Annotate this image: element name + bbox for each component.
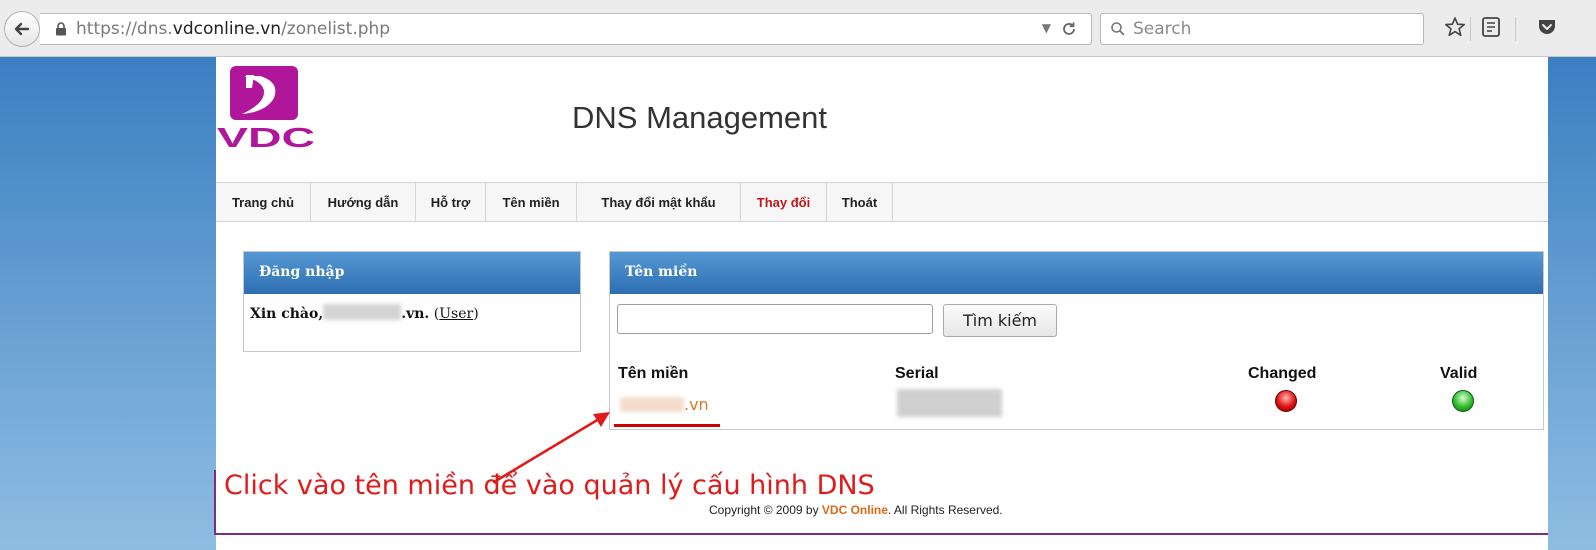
column-header-changed: Changed [1248, 365, 1317, 382]
footer-copyright: Copyright © 2009 by VDC Online. All Righ… [709, 503, 1003, 517]
vdc-logo[interactable]: VDC [216, 66, 320, 154]
greeting-text: Xin chào, .vn. (User) [250, 304, 479, 322]
changed-status-red-icon [1275, 390, 1297, 412]
column-header-serial: Serial [895, 365, 939, 382]
reload-icon[interactable] [1060, 20, 1078, 38]
back-arrow-icon [14, 22, 30, 36]
vdc-logo-icon: VDC [217, 66, 315, 153]
column-header-domain: Tên miền [618, 365, 689, 382]
nav-item-ho-tro[interactable]: Hỗ trợ [416, 183, 486, 221]
column-header-valid: Valid [1440, 365, 1478, 382]
domain-panel-title: Tên miền [610, 252, 1543, 294]
toolbar-separator [1470, 17, 1471, 41]
page-left-border [214, 470, 216, 535]
main-nav: Trang chủ Hướng dẫn Hỗ trợ Tên miền Thay… [216, 182, 1548, 222]
pocket-icon[interactable] [1537, 18, 1557, 36]
logo-text: VDC [217, 122, 315, 150]
url-text: https://dns.vdconline.vn/zonelist.php [76, 19, 390, 39]
browser-toolbar: https://dns.vdconline.vn/zonelist.php ▼ … [0, 0, 1596, 57]
page-title: DNS Management [572, 100, 828, 135]
back-button[interactable] [4, 11, 40, 47]
login-panel-title: Đăng nhập [244, 252, 580, 294]
nav-item-trang-chu[interactable]: Trang chủ [216, 183, 311, 221]
nav-item-ten-mien[interactable]: Tên miền [486, 183, 577, 221]
footer-prefix: Copyright © 2009 by [709, 503, 822, 517]
nav-item-thoat[interactable]: Thoát [827, 183, 893, 221]
bookmark-star-icon[interactable] [1444, 16, 1466, 38]
domain-search-input[interactable] [617, 304, 933, 334]
role-close-paren: ) [473, 306, 479, 322]
toolbar-separator [1515, 17, 1516, 41]
redacted-serial [897, 389, 1002, 417]
lock-icon [56, 22, 66, 36]
url-host: vdconline.vn [172, 19, 282, 39]
footer-suffix: . All Rights Reserved. [887, 503, 1003, 517]
greeting-label: Xin chào, [250, 306, 324, 322]
search-icon [1111, 22, 1125, 36]
url-path: /zonelist.php [281, 19, 391, 39]
greeting-domain-suffix: .vn. [401, 306, 430, 322]
user-role-link[interactable]: User [439, 306, 473, 322]
reading-list-icon[interactable] [1481, 16, 1501, 38]
page-background-right [1548, 57, 1596, 550]
page-bottom-border [216, 533, 1548, 535]
browser-search-placeholder: Search [1133, 19, 1192, 39]
nav-item-thay-doi-mat-khau[interactable]: Thay đổi mật khẩu [577, 183, 741, 221]
login-panel: Đăng nhập Xin chào, .vn. (User) [243, 251, 581, 352]
domain-search-button[interactable]: Tìm kiếm [943, 304, 1057, 337]
browser-search-bar[interactable]: Search [1100, 13, 1424, 45]
valid-status-green-icon [1452, 390, 1474, 412]
page-background-left [0, 57, 216, 550]
annotation-text: Click vào tên miền để vào quản lý cấu hì… [224, 470, 875, 501]
redacted-username [323, 304, 402, 320]
domain-link-suffix: .vn [684, 395, 709, 414]
annotation-underline [614, 424, 720, 427]
nav-item-huong-dan[interactable]: Hướng dẫn [311, 183, 416, 221]
nav-item-thay-doi[interactable]: Thay đổi [741, 183, 827, 221]
domain-link[interactable]: .vn [620, 395, 709, 414]
domain-panel: Tên miền Tìm kiếm Tên miền Serial Change… [609, 251, 1544, 430]
url-bar[interactable]: https://dns.vdconline.vn/zonelist.php ▼ [40, 13, 1092, 45]
redacted-domain-name [620, 397, 684, 412]
url-dropdown-icon[interactable]: ▼ [1042, 21, 1051, 35]
footer-brand: VDC Online [821, 503, 888, 517]
url-prefix: https://dns. [76, 19, 173, 39]
